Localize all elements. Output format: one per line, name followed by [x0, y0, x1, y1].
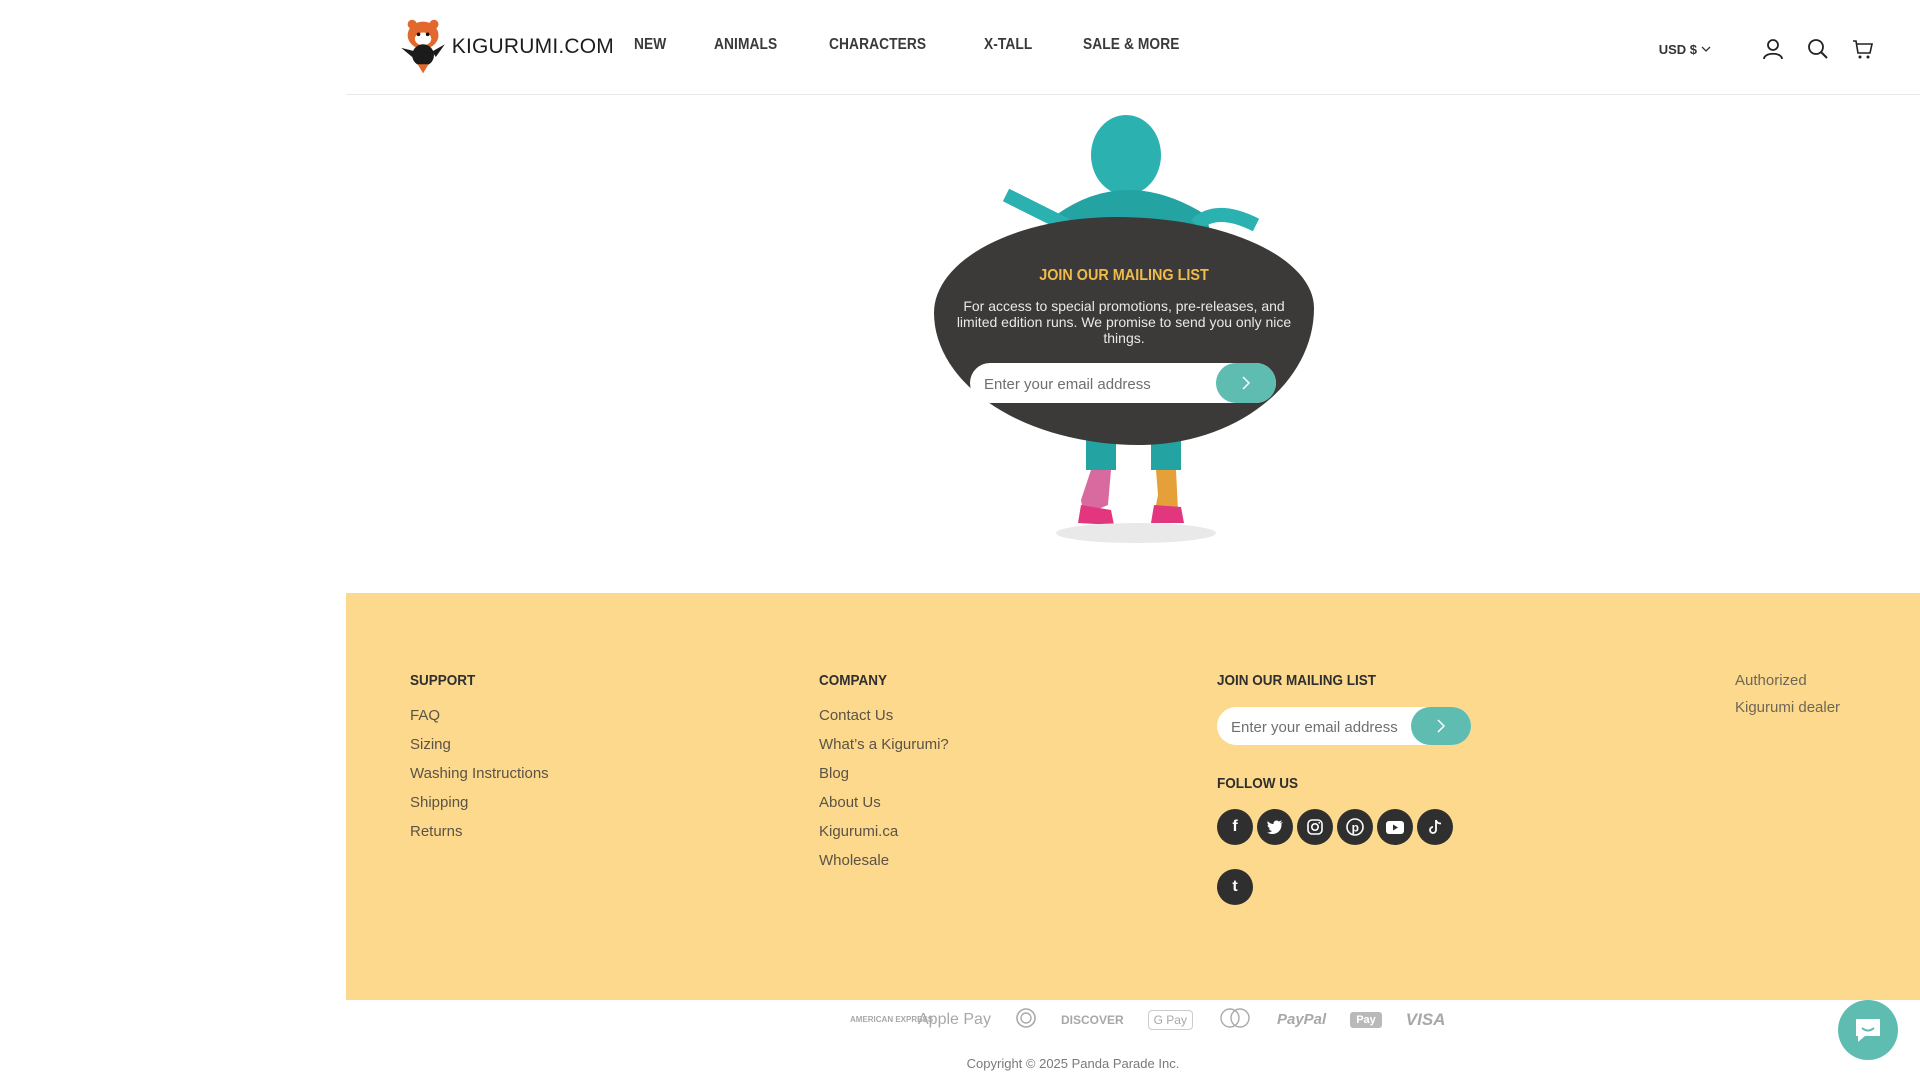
hero-mailing-text: For access to special promotions, pre-re… — [956, 298, 1292, 346]
site-logo[interactable]: KIGURUMI.COM — [394, 14, 614, 80]
diners-club-icon — [1015, 1007, 1037, 1032]
authorized-dealer-badge: Authorized Kigurumi dealer — [1735, 672, 1841, 716]
footer-link-washing[interactable]: Washing Instructions — [410, 759, 549, 788]
currency-label: USD $ — [1658, 41, 1697, 57]
google-pay-icon: G Pay — [1147, 1009, 1193, 1030]
chevron-right-icon — [1437, 719, 1446, 733]
main-nav: NEW ANIMALS CHARACTERS X-TALL SALE & MOR… — [634, 36, 1237, 54]
footer-email-form — [1217, 707, 1471, 747]
facebook-icon[interactable]: f — [1217, 809, 1253, 845]
visa-icon: VISA — [1405, 1009, 1446, 1029]
company-title: COMPANY — [819, 672, 888, 689]
paypal-icon: PayPal — [1276, 1011, 1327, 1028]
footer-company: COMPANY Contact Us What’s a Kigurumi? Bl… — [819, 672, 949, 875]
instagram-icon[interactable] — [1297, 809, 1333, 845]
footer-support: SUPPORT FAQ Sizing Washing Instructions … — [410, 672, 549, 846]
chat-button[interactable] — [1838, 1000, 1898, 1060]
hero-email-input[interactable] — [982, 363, 1216, 405]
footer-mailing-title: JOIN OUR MAILING LIST — [1217, 672, 1377, 689]
shop-pay-icon: Pay — [1350, 1011, 1382, 1028]
footer-link-faq[interactable]: FAQ — [410, 701, 549, 730]
red-panda-logo-icon — [401, 19, 445, 74]
footer-link-shipping[interactable]: Shipping — [410, 788, 549, 817]
copyright-text: Copyright © 2025 Panda Parade Inc. — [966, 1056, 1180, 1071]
tumblr-icon[interactable]: t — [1217, 869, 1253, 905]
mailing-hero: JOIN OUR MAILING LIST For access to spec… — [346, 95, 1920, 593]
payment-methods: AMERICAN EXPRESS Apple Pay DISCOVER G Pa… — [850, 1007, 1469, 1032]
footer-mailing: JOIN OUR MAILING LIST — [1217, 672, 1394, 701]
site-footer: SUPPORT FAQ Sizing Washing Instructions … — [346, 593, 1920, 1000]
footer-link-whats-kigurumi[interactable]: What’s a Kigurumi? — [819, 730, 949, 759]
follow-us-title: FOLLOW US — [1217, 775, 1298, 792]
chat-icon — [1856, 1019, 1880, 1042]
account-icon[interactable] — [1760, 36, 1786, 62]
header-actions: USD $ — [1659, 36, 1876, 62]
footer-link-wholesale[interactable]: Wholesale — [819, 846, 949, 875]
footer-link-kigurumi-ca[interactable]: Kigurumi.ca — [819, 817, 949, 846]
nav-animals[interactable]: ANIMALS — [714, 36, 777, 54]
svg-text:p: p — [1352, 821, 1359, 835]
footer-link-contact[interactable]: Contact Us — [819, 701, 949, 730]
mastercard-icon — [1217, 1007, 1253, 1032]
footer-link-sizing[interactable]: Sizing — [410, 730, 549, 759]
social-links: f p t — [1217, 809, 1477, 924]
logo-text: KIGURUMI.COM — [451, 35, 614, 58]
footer-link-about[interactable]: About Us — [819, 788, 949, 817]
twitter-icon[interactable] — [1257, 809, 1293, 845]
footer-submit-button[interactable] — [1411, 707, 1471, 745]
chevron-down-icon — [1701, 46, 1711, 52]
nav-characters[interactable]: CHARACTERS — [829, 36, 926, 54]
cart-icon[interactable] — [1850, 36, 1876, 62]
nav-new[interactable]: NEW — [634, 36, 666, 54]
nav-sale-more[interactable]: SALE & MORE — [1083, 36, 1180, 54]
hero-submit-button[interactable] — [1216, 363, 1276, 403]
tiktok-icon[interactable] — [1417, 809, 1453, 845]
search-icon[interactable] — [1805, 36, 1831, 62]
chevron-right-icon — [1242, 376, 1251, 390]
youtube-icon[interactable] — [1377, 809, 1413, 845]
currency-selector[interactable]: USD $ — [1659, 42, 1711, 57]
pinterest-icon[interactable]: p — [1337, 809, 1373, 845]
amex-icon: AMERICAN EXPRESS — [850, 1015, 934, 1024]
discover-icon: DISCOVER — [1060, 1012, 1124, 1027]
apple-pay-icon: Apple Pay — [918, 1010, 991, 1028]
hero-mailing-title: JOIN OUR MAILING LIST — [1039, 267, 1209, 284]
hero-email-form — [970, 363, 1276, 405]
support-title: SUPPORT — [410, 672, 476, 689]
footer-link-blog[interactable]: Blog — [819, 759, 949, 788]
site-header: KIGURUMI.COM NEW ANIMALS CHARACTERS X-TA… — [346, 0, 1920, 95]
footer-link-returns[interactable]: Returns — [410, 817, 549, 846]
nav-x-tall[interactable]: X-TALL — [984, 36, 1032, 54]
